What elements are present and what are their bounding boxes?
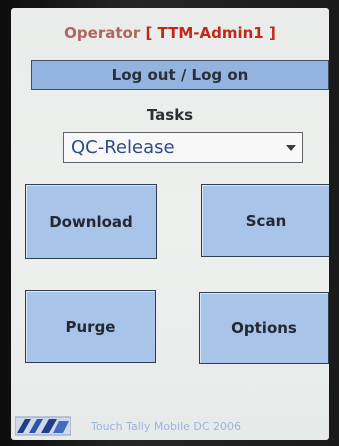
tasks-label: Tasks (146, 106, 194, 124)
company-logo-icon (14, 415, 72, 437)
scan-button[interactable]: Scan (201, 184, 329, 257)
operator-name: TTM-Admin1 (157, 24, 264, 42)
footer-product-text: Touch Tally Mobile DC 2006 (91, 419, 242, 433)
purge-label: Purge (65, 317, 116, 336)
logout-logon-label: Log out / Log on (111, 66, 249, 84)
tasks-dropdown[interactable]: QC-Release (63, 132, 303, 163)
scan-label: Scan (245, 211, 287, 230)
operator-label: Operator (64, 24, 141, 42)
tasks-dropdown-value: QC-Release (71, 137, 175, 158)
operator-line: Operator [ TTM-Admin1 ] (11, 24, 329, 42)
logout-logon-button[interactable]: Log out / Log on (31, 60, 329, 90)
operator-bracket-close: ] (268, 24, 276, 42)
chevron-down-icon[interactable] (280, 133, 302, 162)
download-button[interactable]: Download (25, 184, 157, 259)
footer: Touch Tally Mobile DC 2006 (11, 412, 329, 440)
purge-button[interactable]: Purge (25, 290, 156, 363)
download-label: Download (49, 212, 133, 231)
options-button[interactable]: Options (199, 292, 329, 364)
device-screen: Operator [ TTM-Admin1 ] Log out / Log on… (11, 8, 329, 440)
operator-bracket-open: [ (145, 24, 153, 42)
options-label: Options (231, 319, 297, 337)
